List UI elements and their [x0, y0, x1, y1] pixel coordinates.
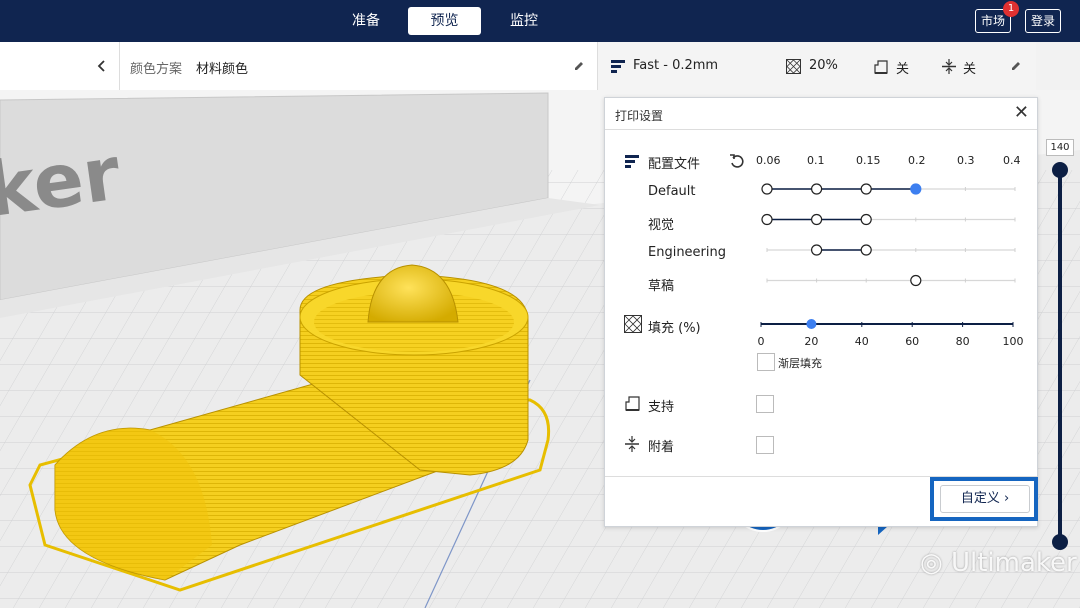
layer-height-label: 0.1: [807, 154, 825, 167]
gradual-infill-checkbox[interactable]: [757, 353, 775, 371]
layer-number-box[interactable]: 140: [1046, 139, 1074, 156]
profile-icon: [625, 155, 639, 168]
tab-preview[interactable]: 预览: [408, 7, 481, 35]
tab-prepare[interactable]: 准备: [338, 7, 394, 35]
infill-tick-label: 20: [804, 335, 818, 348]
layer-height-label: 0.4: [1003, 154, 1021, 167]
infill-tick-label: 60: [905, 335, 919, 348]
color-scheme-bar[interactable]: 颜色方案 材料颜色: [120, 42, 598, 90]
print-settings-panel: 打印设置 ✕ 配置文件 0.06 0.1 0.15 0.2 0.3 0.4 De…: [604, 97, 1038, 527]
infill-icon: [786, 59, 801, 74]
slider-stop[interactable]: [810, 213, 823, 226]
marketplace-badge: 1: [1003, 1, 1019, 17]
reset-icon[interactable]: [729, 153, 745, 169]
color-scheme-value: 材料颜色: [196, 62, 249, 77]
support-label: 支持: [648, 400, 675, 415]
close-icon[interactable]: ✕: [1014, 103, 1029, 123]
layer-height-label: 0.06: [756, 154, 781, 167]
top-bar: 准备 预览 监控 市场 1 登录: [0, 0, 1080, 42]
profile-row-draft: 草稿: [648, 279, 675, 294]
adhesion-label: 附着: [648, 440, 675, 455]
adhesion-checkbox[interactable]: [756, 436, 774, 454]
profile-label: 配置文件: [648, 157, 701, 172]
slider-stop[interactable]: [860, 213, 872, 226]
slider-stop[interactable]: [910, 274, 922, 287]
adhesion-icon: [625, 436, 639, 452]
pencil-icon[interactable]: [1010, 60, 1022, 72]
infill-tick-label: 80: [956, 335, 970, 348]
infill-slider[interactable]: 0 20 40 60 80 100: [755, 313, 1025, 349]
profile-row-visual: 视觉: [648, 218, 675, 233]
panel-title: 打印设置: [615, 109, 664, 123]
infill-tick-label: 40: [855, 335, 869, 348]
slider-stop[interactable]: [860, 244, 872, 256]
slider-handle-selected[interactable]: [910, 183, 922, 195]
support-value: 关: [896, 62, 910, 77]
slider-stop[interactable]: [810, 244, 823, 256]
login-button[interactable]: 登录: [1025, 9, 1062, 33]
watermark: ◎ Ultimaker: [920, 548, 1077, 578]
color-scheme-label: 颜色方案: [130, 62, 183, 77]
profile-sliders[interactable]: [755, 178, 1025, 293]
layer-height-label: 0.3: [957, 154, 975, 167]
support-icon: [625, 396, 640, 411]
profile-row-default: Default: [648, 184, 696, 199]
layer-slider-top-handle[interactable]: [1052, 162, 1068, 178]
highlight-frame: [930, 477, 1038, 521]
slider-stop[interactable]: [860, 183, 872, 195]
watermark-text: Ultimaker: [950, 548, 1077, 578]
infill-label: 填充 (%): [648, 321, 701, 336]
slider-stop[interactable]: [810, 183, 823, 195]
panel-header: 打印设置 ✕: [605, 98, 1037, 130]
layer-height-label: 0.2: [908, 154, 926, 167]
print-setup-bar[interactable]: Fast - 0.2mm 20% 关 关: [598, 42, 1036, 90]
infill-tick-label: 0: [758, 335, 765, 348]
slider-stop[interactable]: [761, 183, 773, 195]
tab-monitor[interactable]: 监控: [496, 7, 552, 35]
infill-tick-label: 100: [1003, 335, 1024, 348]
adhesion-value: 关: [963, 62, 977, 77]
chevron-left-icon[interactable]: [96, 59, 108, 73]
infill-handle[interactable]: [806, 319, 817, 329]
slider-stop[interactable]: [761, 213, 773, 226]
infill-value: 20%: [809, 58, 838, 73]
layer-height-label: 0.15: [856, 154, 881, 167]
profile-icon: [611, 60, 625, 73]
infill-icon: [624, 315, 642, 333]
support-checkbox[interactable]: [756, 395, 774, 413]
pencil-icon[interactable]: [573, 60, 585, 72]
profile-row-engineering: Engineering: [648, 245, 726, 260]
profile-value: Fast - 0.2mm: [633, 58, 719, 73]
gradual-infill-label: 渐层填充: [778, 357, 822, 370]
adhesion-icon: [942, 59, 956, 74]
support-icon: [874, 60, 888, 74]
object-list-bar: [0, 42, 120, 90]
